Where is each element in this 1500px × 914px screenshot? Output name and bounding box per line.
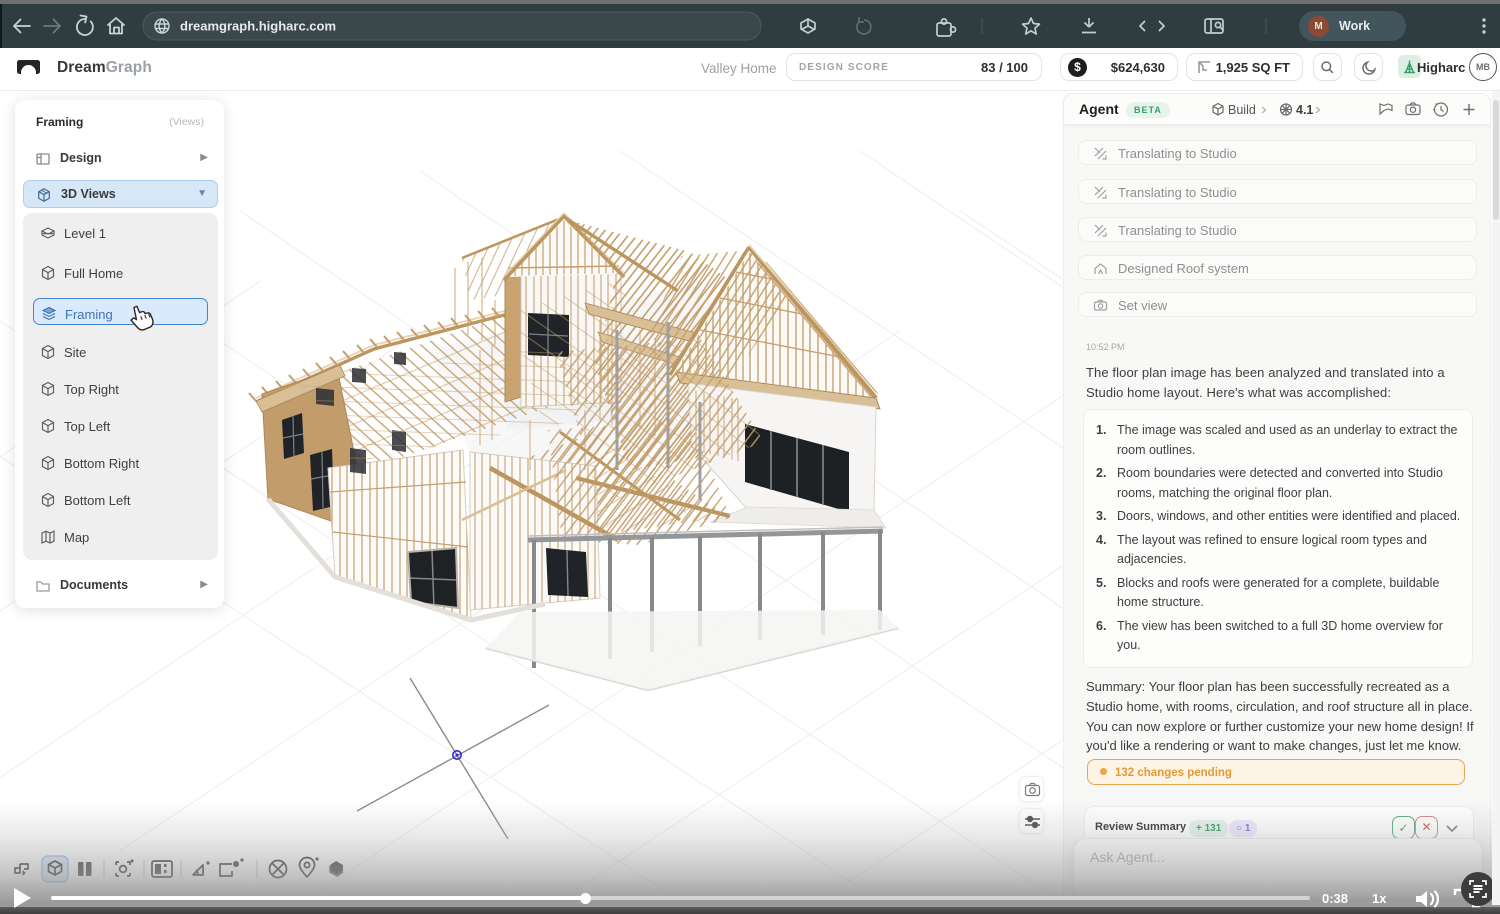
svg-text:Build: Build [1228, 103, 1256, 117]
svg-text:4.1: 4.1 [1296, 103, 1313, 117]
svg-text:dreamgraph.higharc.com: dreamgraph.higharc.com [180, 19, 336, 34]
